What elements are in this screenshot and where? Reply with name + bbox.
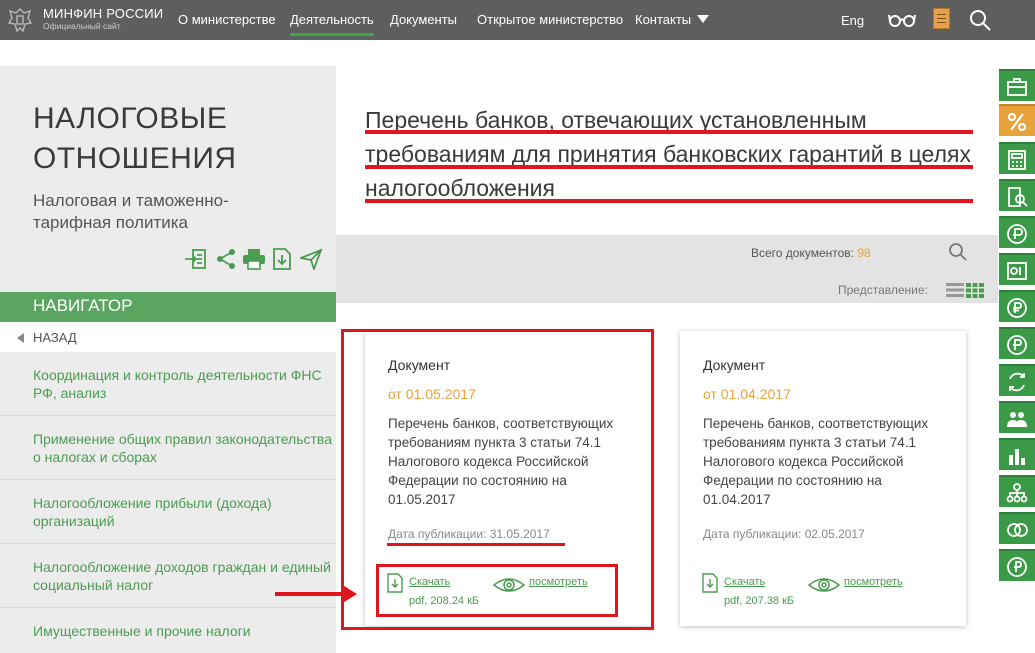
rail-briefcase[interactable]	[999, 69, 1035, 101]
rail-ruble-chart[interactable]	[999, 327, 1035, 359]
sidebar-item-income-tax[interactable]: Налогообложение доходов граждан и единый…	[0, 544, 336, 608]
section-title-line2: ОТНОШЕНИЯ	[33, 142, 237, 175]
rail-percent[interactable]	[999, 104, 1035, 136]
nav-about[interactable]: О министерстве	[178, 12, 276, 27]
nav-open-ministry[interactable]: Открытое министерство	[477, 12, 623, 27]
document-card[interactable]: Документ от 01.04.2017 Перечень банков, …	[680, 331, 966, 626]
back-label: НАЗАД	[33, 330, 77, 345]
document-date: от 01.04.2017	[703, 386, 791, 402]
sidebar: НАЛОГОВЫЕ ОТНОШЕНИЯ Налоговая и таможенн…	[0, 66, 336, 653]
annotation-underline	[365, 130, 973, 134]
document-kind: Документ	[703, 357, 766, 373]
nav-documents[interactable]: Документы	[390, 12, 457, 27]
section-subtitle: Налоговая и таможенно-тарифная политика	[33, 191, 229, 232]
right-icon-rail	[998, 66, 1035, 653]
nav-contacts[interactable]: Контакты	[635, 12, 691, 27]
print-icon[interactable]	[242, 248, 266, 270]
people-icon	[1007, 412, 1027, 427]
brand[interactable]: МИНФИН РОССИИ Официальный сайт	[43, 7, 163, 32]
section-title-line1: НАЛОГОВЫЕ	[33, 102, 228, 135]
rail-ruble-badge[interactable]	[999, 549, 1035, 581]
currency-exchange-icon	[1009, 372, 1025, 392]
calculator-icon	[1008, 150, 1026, 170]
file-info: pdf, 207.38 кБ	[724, 595, 795, 607]
download-icon[interactable]	[272, 248, 292, 270]
documents-total-count: 98	[857, 246, 871, 260]
search-icon[interactable]	[968, 8, 992, 32]
share-icon[interactable]	[215, 248, 237, 270]
search-icon[interactable]	[948, 242, 968, 262]
view-link[interactable]: посмотреть	[844, 576, 903, 588]
rail-people[interactable]	[999, 401, 1035, 433]
network-icon	[1006, 483, 1028, 503]
annotation-arrow	[275, 592, 343, 596]
documents-total-label: Всего документов:	[751, 246, 855, 260]
chevron-down-icon[interactable]	[697, 15, 709, 23]
rail-bar-chart[interactable]	[999, 438, 1035, 470]
ruble-badge-icon	[1007, 557, 1027, 577]
nav-activity[interactable]: Деятельность	[290, 12, 374, 36]
sidebar-item-general-rules[interactable]: Применение общих правил законодательства…	[0, 416, 336, 480]
bar-chart-icon	[1009, 449, 1025, 465]
navigator-header: НАВИГАТОР	[0, 292, 336, 322]
report-search-icon	[1008, 187, 1028, 207]
download-link[interactable]: Скачать	[724, 576, 765, 588]
sidebar-item-fns-control[interactable]: Координация и контроль деятельности ФНС …	[0, 352, 336, 416]
annotation-underline	[387, 543, 565, 546]
page-title: Перечень банков, отвечающих установленны…	[365, 107, 971, 201]
view-mode-label: Представление:	[838, 283, 928, 297]
login-icon[interactable]	[184, 248, 208, 270]
section-title: НАЛОГОВЫЕ ОТНОШЕНИЯ	[33, 99, 237, 179]
ruble-globe-icon	[1007, 224, 1027, 244]
back-link[interactable]: НАЗАД	[0, 322, 336, 352]
annotation-underline	[365, 165, 973, 169]
rail-ruble-chain[interactable]	[999, 512, 1035, 544]
ruble-chain-icon	[1007, 523, 1028, 537]
rail-ruble-globe[interactable]	[999, 216, 1035, 248]
publication-date: Дата публикации: 02.05.2017	[703, 527, 865, 541]
annotation-links-box	[376, 564, 618, 617]
percent-icon	[1007, 112, 1027, 132]
brand-title: МИНФИН РОССИИ	[43, 6, 164, 21]
rail-currency-exchange[interactable]	[999, 364, 1035, 396]
document-ruble-icon	[1007, 262, 1027, 280]
glasses-icon[interactable]	[887, 8, 917, 30]
documents-total: Всего документов: 98	[751, 246, 871, 260]
sidebar-item-profit-tax[interactable]: Налогообложение прибыли (дохода) организ…	[0, 480, 336, 544]
grid-view-icon[interactable]	[966, 282, 984, 298]
annotation-underline	[365, 199, 973, 203]
document-description[interactable]: Перечень банков, соответствующих требова…	[703, 414, 953, 509]
book-icon[interactable]	[933, 8, 950, 29]
language-switch[interactable]: Eng	[841, 13, 864, 28]
rail-report-search[interactable]	[999, 179, 1035, 211]
rail-document-ruble[interactable]	[999, 253, 1035, 285]
eye-icon[interactable]	[808, 576, 840, 594]
annotation-arrow-head	[341, 584, 357, 604]
briefcase-icon	[1007, 78, 1027, 96]
brand-subtitle: Официальный сайт	[43, 21, 121, 31]
coat-of-arms-icon[interactable]	[4, 4, 36, 36]
ruble-coin-icon	[1007, 298, 1027, 318]
send-icon[interactable]	[300, 248, 322, 270]
ruble-chart-icon	[1007, 335, 1027, 355]
rail-calculator[interactable]	[999, 142, 1035, 174]
download-icon[interactable]	[702, 573, 718, 593]
back-arrow-icon	[17, 333, 24, 343]
list-view-icon[interactable]	[946, 282, 964, 298]
sidebar-item-property-tax[interactable]: Имущественные и прочие налоги	[0, 608, 336, 653]
rail-ruble-coin[interactable]	[999, 290, 1035, 322]
rail-network[interactable]	[999, 475, 1035, 507]
top-navigation-bar: МИНФИН РОССИИ Официальный сайт О министе…	[0, 0, 1035, 40]
